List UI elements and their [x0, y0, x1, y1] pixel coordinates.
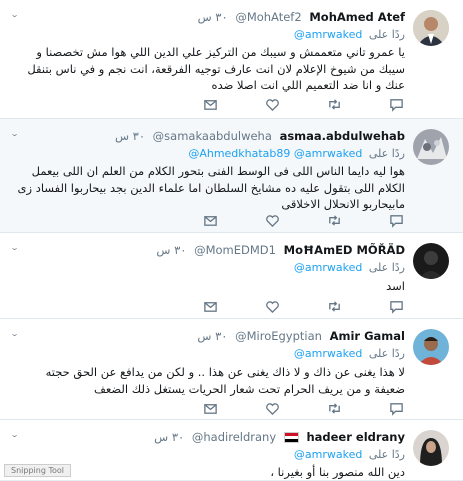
retweet-icon[interactable] — [327, 213, 343, 229]
reply-icon[interactable] — [389, 299, 405, 315]
chevron-down-icon[interactable]: ⌄ — [10, 243, 19, 252]
reply-icon[interactable] — [389, 213, 405, 229]
author-handle[interactable]: @samakaabdulweha — [153, 129, 272, 143]
like-icon[interactable] — [265, 299, 281, 315]
tweet[interactable]: ⌄ asmaa.abdulwehab @samakaabdulweha ٣٠ س… — [0, 119, 463, 233]
avatar[interactable] — [413, 329, 449, 365]
direct-message-icon[interactable] — [203, 401, 219, 417]
snipping-tool-label: Snipping Tool — [4, 464, 71, 477]
author-handle[interactable]: @MohAtef2 — [235, 10, 301, 24]
reply-to-link[interactable]: @amrwaked — [294, 261, 362, 274]
retweet-icon[interactable] — [327, 299, 343, 315]
author-name[interactable]: MohAmed Atef — [309, 10, 405, 24]
author-handle[interactable]: @hadireldrany — [192, 430, 276, 444]
reply-prefix: ردًا على — [368, 448, 405, 461]
tweet-actions — [200, 213, 405, 229]
reply-to-link[interactable]: @amrwaked — [294, 448, 362, 461]
retweet-icon[interactable] — [327, 401, 343, 417]
reply-prefix: ردًا على — [368, 28, 405, 41]
chevron-down-icon[interactable]: ⌄ — [10, 129, 19, 138]
tweet-actions — [200, 299, 405, 315]
timestamp[interactable]: ٣٠ س — [198, 10, 228, 24]
author-handle[interactable]: @MomEDMD1 — [194, 243, 276, 257]
chevron-down-icon[interactable]: ⌄ — [10, 430, 19, 439]
tweet-actions — [200, 401, 405, 417]
timestamp[interactable]: ٣٠ س — [115, 129, 145, 143]
tweet-header: Amir Gamal @MiroEgyptian ٣٠ س — [197, 329, 405, 343]
tweet-header: MoĦAmED MÕŘÄD @MomEDMD1 ٣٠ س — [156, 243, 405, 257]
tweet-text: دين الله منصور بنا أو بغيرنا ، — [270, 465, 405, 479]
avatar[interactable] — [413, 129, 449, 165]
timestamp[interactable]: ٣٠ س — [156, 243, 186, 257]
tweet-text: هوا ليه دايما الناس اللى فى الوسط الفنى … — [17, 164, 405, 211]
avatar[interactable] — [413, 243, 449, 279]
tweet-header: asmaa.abdulwehab @samakaabdulweha ٣٠ س — [115, 129, 405, 143]
tweet-actions — [200, 97, 405, 113]
author-name[interactable]: asmaa.abdulwehab — [280, 129, 405, 143]
direct-message-icon[interactable] — [203, 213, 219, 229]
author-name[interactable]: hadeer eldrany — [306, 430, 405, 444]
author-handle[interactable]: @MiroEgyptian — [235, 329, 322, 343]
author-name[interactable]: Amir Gamal — [330, 329, 405, 343]
tweet[interactable]: ⌄ MoĦAmED MÕŘÄD @MomEDMD1 ٣٠ س ردًا على … — [0, 233, 463, 319]
reply-to-link[interactable]: @amrwaked — [294, 28, 362, 41]
tweet[interactable]: ⌄ MohAmed Atef @MohAtef2 ٣٠ س ردًا على @… — [0, 0, 463, 119]
reply-prefix: ردًا على — [368, 147, 405, 160]
retweet-icon[interactable] — [327, 97, 343, 113]
avatar[interactable] — [413, 10, 449, 46]
reply-icon[interactable] — [389, 97, 405, 113]
reply-prefix: ردًا على — [368, 261, 405, 274]
chevron-down-icon[interactable]: ⌄ — [10, 329, 19, 338]
reply-prefix: ردًا على — [368, 347, 405, 360]
reply-context: ردًا على @amrwaked — [294, 347, 405, 360]
tweet-text: لا هذا يغنى عن ذاك و لا ذاك يغنى عن هذا … — [45, 365, 405, 396]
chevron-down-icon[interactable]: ⌄ — [10, 10, 19, 19]
reply-icon[interactable] — [389, 401, 405, 417]
tweet-header: hadeer eldrany @hadireldrany ٣٠ س — [154, 430, 405, 444]
author-name[interactable]: MoĦAmED MÕŘÄD — [284, 243, 405, 257]
tweet[interactable]: ⌄ Amir Gamal @MiroEgyptian ٣٠ س ردًا على… — [0, 319, 463, 420]
reply-context: ردًا على @amrwaked — [294, 448, 405, 461]
like-icon[interactable] — [265, 213, 281, 229]
timestamp[interactable]: ٣٠ س — [197, 329, 227, 343]
like-icon[interactable] — [265, 401, 281, 417]
reply-to-link[interactable]: @amrwaked — [294, 347, 362, 360]
tweet-header: MohAmed Atef @MohAtef2 ٣٠ س — [198, 10, 405, 24]
like-icon[interactable] — [265, 97, 281, 113]
direct-message-icon[interactable] — [203, 299, 219, 315]
tweet-text: اسد — [386, 279, 405, 293]
reply-context: ردًا على @amrwaked — [294, 28, 405, 41]
reply-context: ردًا على @Ahmedkhatab89 @amrwaked — [188, 147, 405, 160]
direct-message-icon[interactable] — [203, 97, 219, 113]
reply-context: ردًا على @amrwaked — [294, 261, 405, 274]
timestamp[interactable]: ٣٠ س — [154, 430, 184, 444]
avatar[interactable] — [413, 430, 449, 466]
tweet-text: يا عمرو تاني متعممش و سيبك من التركيز عل… — [27, 45, 405, 92]
egypt-flag-icon — [283, 432, 299, 443]
reply-to-link[interactable]: @Ahmedkhatab89 @amrwaked — [188, 147, 362, 160]
